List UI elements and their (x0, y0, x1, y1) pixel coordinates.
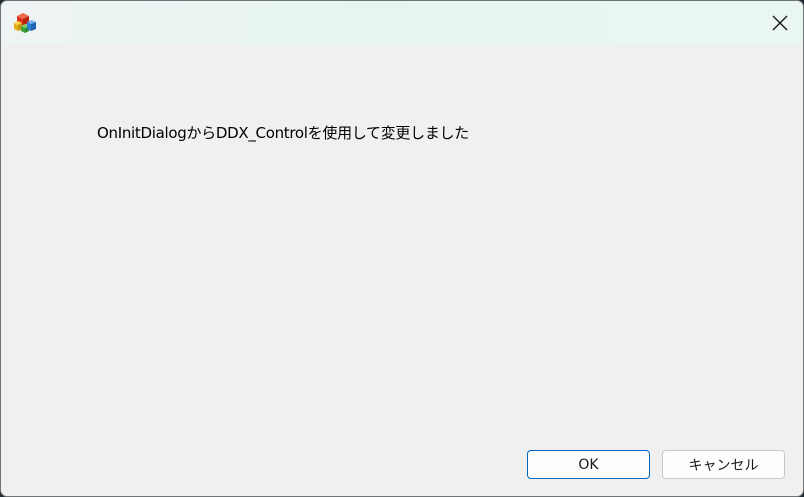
close-button[interactable] (757, 1, 803, 45)
ok-button[interactable]: OK (527, 450, 650, 479)
title-bar[interactable] (1, 1, 803, 45)
dialog-window: OnInitDialogからDDX_Controlを使用して変更しました OK … (0, 0, 804, 497)
app-blocks-icon (13, 12, 37, 34)
close-icon (772, 15, 788, 31)
dialog-message: OnInitDialogからDDX_Controlを使用して変更しました (97, 124, 469, 142)
cancel-button[interactable]: キャンセル (662, 450, 785, 479)
